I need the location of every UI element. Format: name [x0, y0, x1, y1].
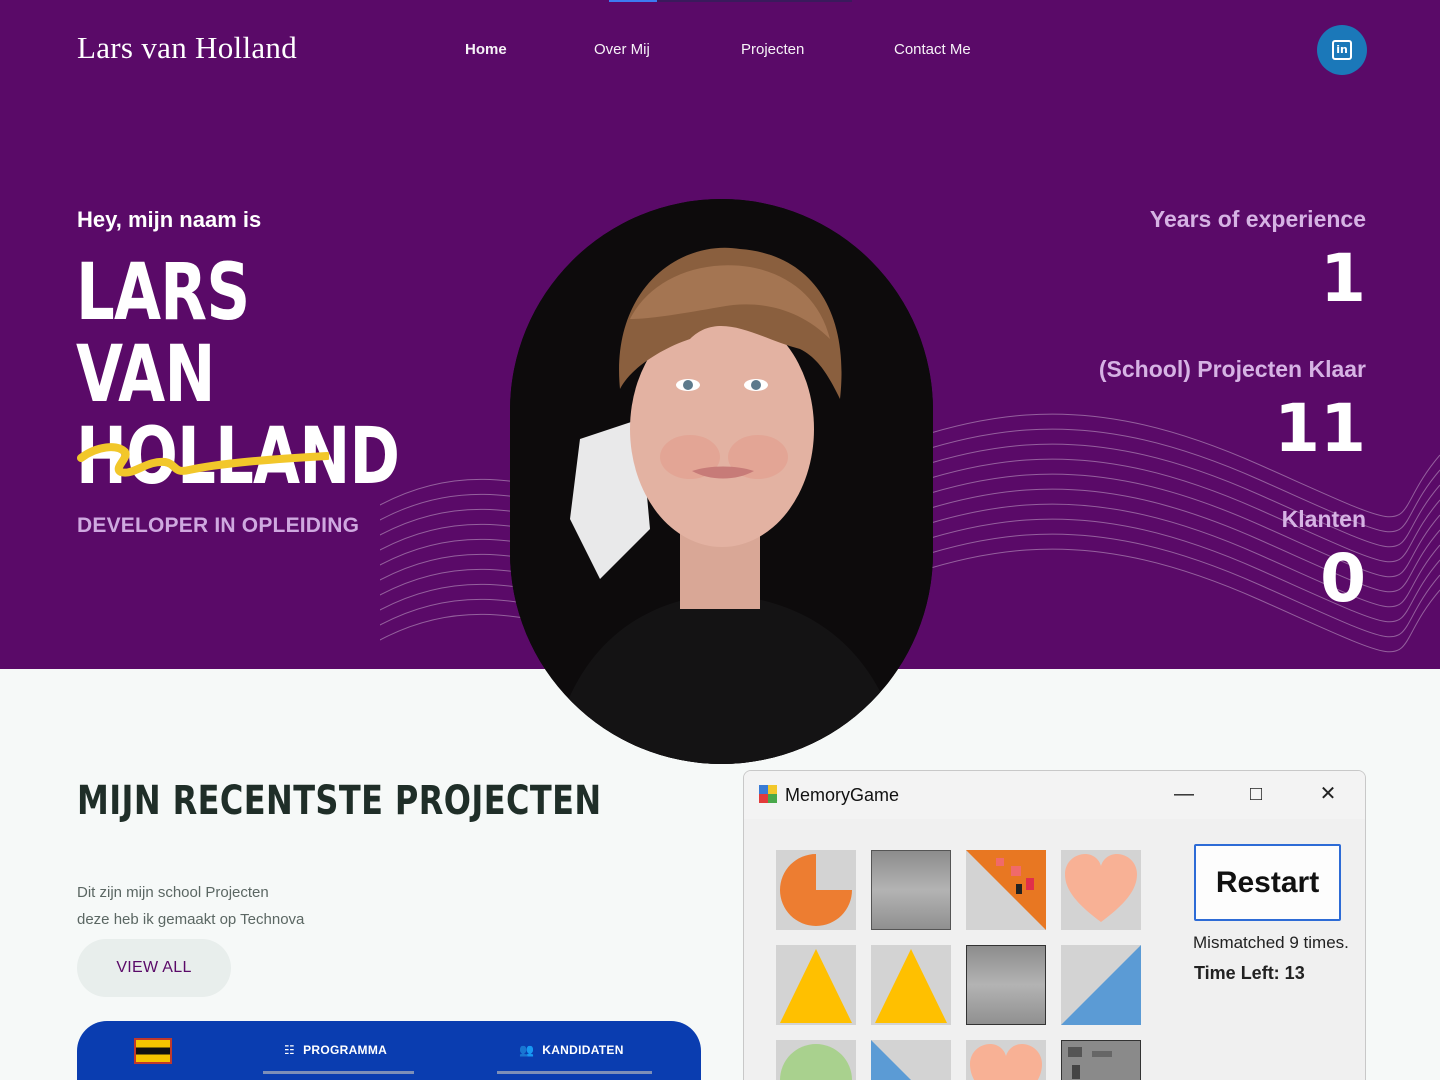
- stat-clients-label: Klanten: [1281, 506, 1366, 532]
- stat-experience-label: Years of experience: [1149, 206, 1366, 232]
- list-icon: ☷: [284, 1043, 296, 1057]
- restart-button[interactable]: Restart: [1194, 844, 1341, 921]
- memory-game-window[interactable]: MemoryGame — □ ✕ Restart Mismatched 9 ti…: [743, 770, 1366, 1080]
- stat-projects-label: (School) Projecten Klaar: [1098, 356, 1366, 382]
- top-progress-indicator: [609, 0, 657, 2]
- card-yellow-triangle[interactable]: [871, 945, 951, 1025]
- nav-contact-me[interactable]: Contact Me: [894, 41, 971, 58]
- card-heart[interactable]: [1061, 850, 1141, 930]
- tab-kandidaten-underline: [497, 1071, 652, 1074]
- linkedin-button[interactable]: in: [1317, 25, 1367, 75]
- card-pie[interactable]: [776, 850, 856, 930]
- card-facedown[interactable]: [966, 945, 1046, 1025]
- yellow-squiggle-decoration: [77, 443, 329, 477]
- tab-kandidaten[interactable]: 👥 KANDIDATEN: [519, 1043, 624, 1057]
- window-title: MemoryGame: [785, 785, 900, 805]
- stat-clients-value: 0: [1320, 540, 1366, 617]
- card-yellow-triangle[interactable]: [776, 945, 856, 1025]
- flag-icon: [134, 1038, 172, 1064]
- tab-programma[interactable]: ☷ PROGRAMMA: [284, 1043, 387, 1057]
- nav-home[interactable]: Home: [465, 41, 507, 58]
- card-facedown[interactable]: [871, 850, 951, 930]
- minimize-icon[interactable]: —: [1164, 779, 1204, 809]
- tab-programma-label: PROGRAMMA: [303, 1043, 388, 1057]
- profile-photo: [510, 199, 933, 764]
- projects-title: Mijn recentste projecten: [77, 778, 602, 824]
- app-icon: [759, 785, 777, 803]
- card-green-circle[interactable]: [776, 1040, 856, 1080]
- card-heart[interactable]: [966, 1040, 1046, 1080]
- stat-experience-value: 1: [1320, 240, 1366, 317]
- tab-kandidaten-label: KANDIDATEN: [542, 1043, 624, 1057]
- nav-over-mij[interactable]: Over Mij: [594, 41, 650, 58]
- time-left: Time Left: 13: [1194, 963, 1305, 983]
- projects-description-line1: Dit zijn mijn school Projecten: [77, 884, 269, 901]
- main-nav: Home Over Mij Projecten Contact Me: [0, 41, 1440, 61]
- card-circuit[interactable]: [1061, 1040, 1141, 1080]
- nav-projecten[interactable]: Projecten: [741, 41, 804, 58]
- project-card-election[interactable]: ☷ PROGRAMMA 👥 KANDIDATEN: [77, 1021, 701, 1080]
- stat-projects-value: 11: [1274, 390, 1366, 467]
- tab-programma-underline: [263, 1071, 414, 1074]
- linkedin-icon: in: [1332, 40, 1352, 60]
- card-orange-triangle[interactable]: [966, 850, 1046, 930]
- projects-description: Dit zijn mijn school Projecten deze heb …: [77, 879, 304, 933]
- mismatch-counter: Mismatched 9 times.: [1193, 933, 1349, 952]
- hero-role: Developer in opleiding: [77, 514, 360, 537]
- hero-name-line1: Lars van: [76, 248, 250, 420]
- close-icon[interactable]: ✕: [1308, 779, 1348, 809]
- stats-panel: Years of experience 1 (School) Projecten…: [1046, 206, 1366, 656]
- view-all-button[interactable]: View All: [77, 939, 231, 997]
- card-blue-triangle[interactable]: [1061, 945, 1141, 1025]
- users-icon: 👥: [519, 1043, 535, 1057]
- projects-description-line2: deze heb ik gemaakt op Technova: [77, 911, 305, 928]
- maximize-icon[interactable]: □: [1236, 779, 1276, 809]
- window-titlebar: MemoryGame — □ ✕: [744, 771, 1365, 819]
- card-blue-triangle[interactable]: [871, 1040, 951, 1080]
- hero-greeting: Hey, mijn naam is: [77, 207, 262, 232]
